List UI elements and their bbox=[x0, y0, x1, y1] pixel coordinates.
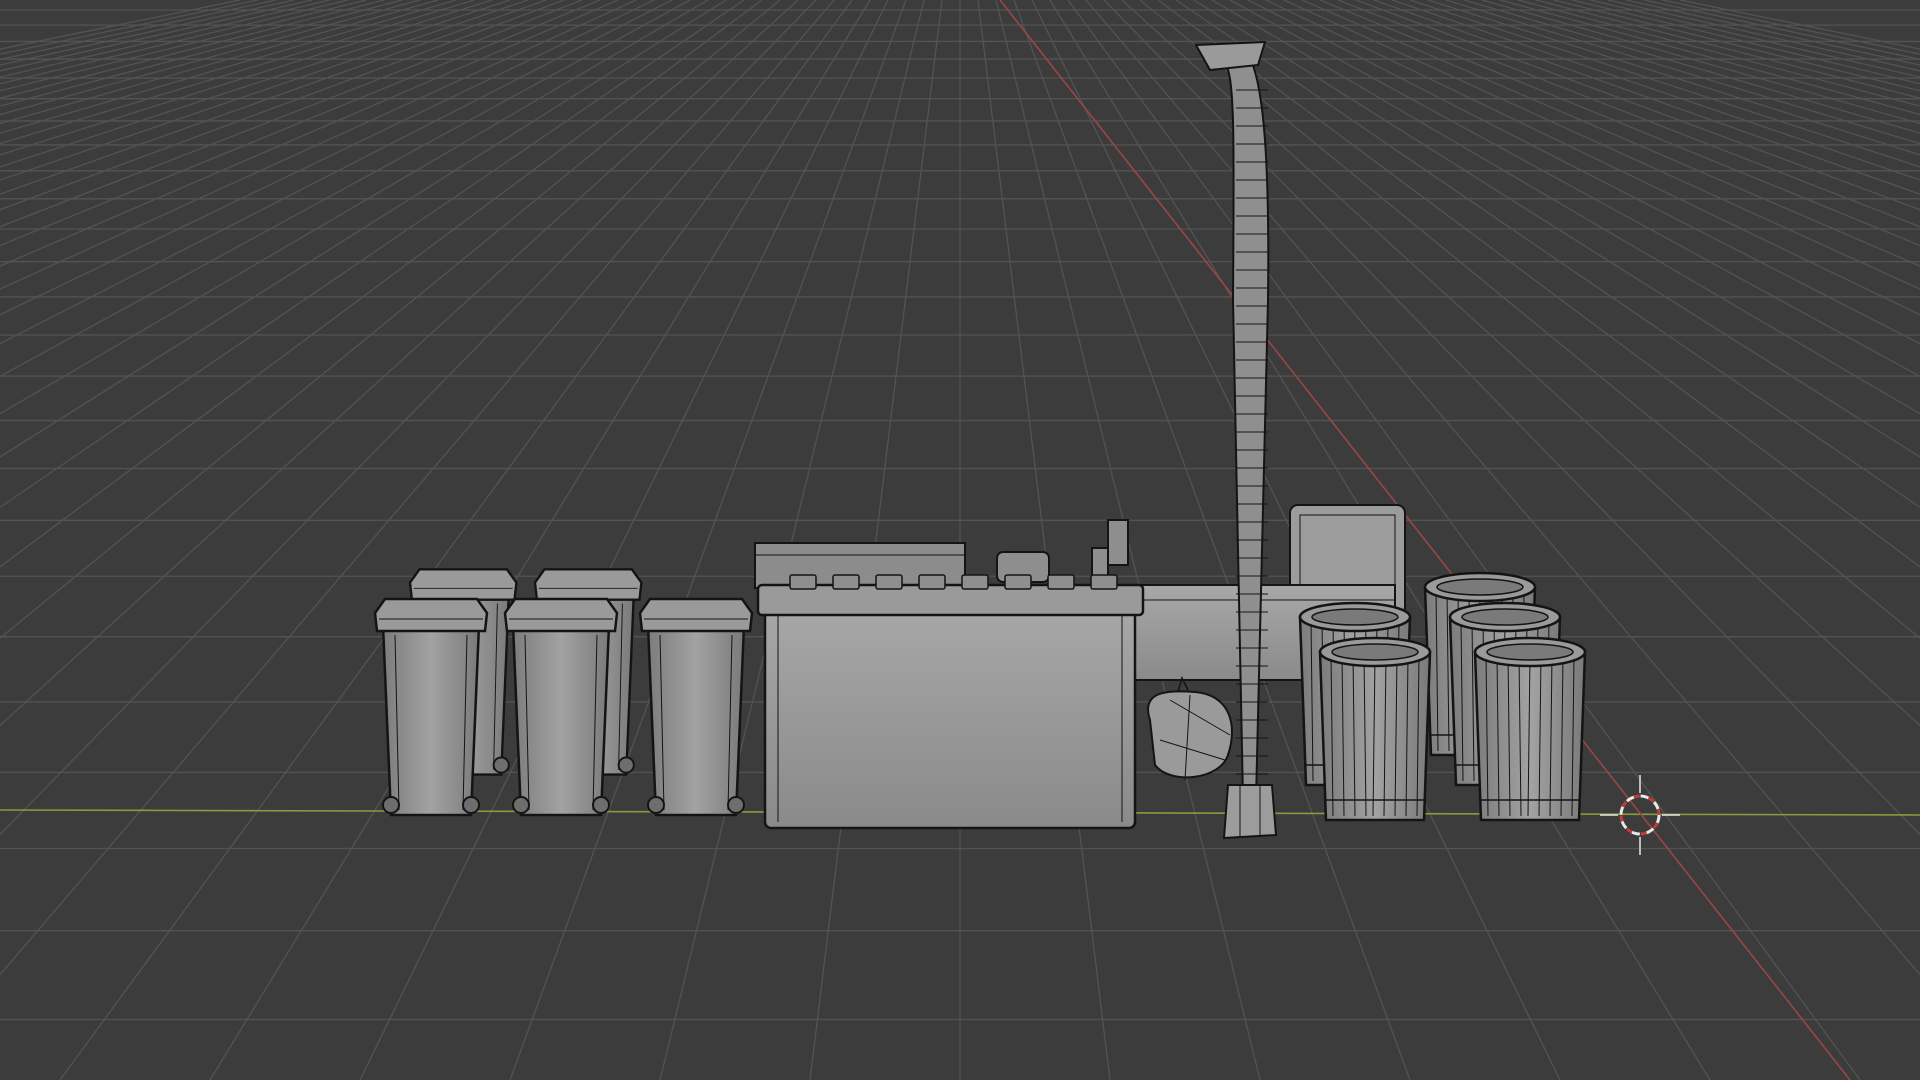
wheelie-bin[interactable] bbox=[503, 597, 619, 817]
wheelie-bin[interactable] bbox=[638, 597, 754, 817]
metal-can[interactable] bbox=[1473, 636, 1587, 822]
wheelie-bins[interactable] bbox=[373, 568, 754, 817]
trash-bag[interactable] bbox=[1147, 675, 1233, 781]
floor-grid bbox=[0, 0, 1920, 1080]
3d-viewport[interactable] bbox=[0, 0, 1920, 1080]
bottle-prop[interactable] bbox=[1091, 519, 1129, 579]
viewport-canvas[interactable] bbox=[0, 0, 1920, 1080]
metal-can[interactable] bbox=[1318, 636, 1432, 822]
dumpster[interactable] bbox=[756, 574, 1145, 830]
wheelie-bin[interactable] bbox=[373, 597, 489, 817]
metal-trash-cans[interactable] bbox=[1298, 571, 1587, 822]
